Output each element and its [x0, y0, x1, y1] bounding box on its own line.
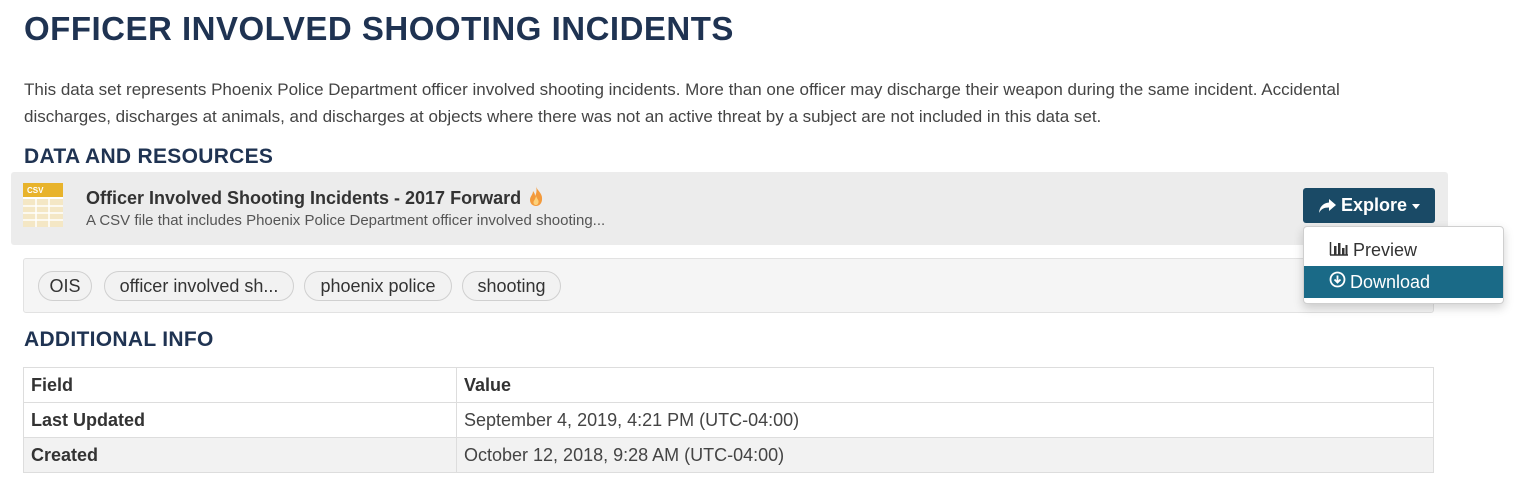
resource-title-text[interactable]: Officer Involved Shooting Incidents - 20… [86, 188, 521, 208]
share-icon [1318, 198, 1337, 214]
csv-format-label: CSV [27, 186, 44, 195]
data-resources-heading: DATA AND RESOURCES [24, 145, 274, 168]
row-field-created: Created [23, 437, 457, 473]
menu-item-preview[interactable]: Preview [1304, 234, 1503, 266]
tag-ois[interactable]: OIS [38, 271, 92, 301]
download-label[interactable]: Download [1350, 272, 1430, 293]
row-field-last-updated: Last Updated [23, 402, 457, 438]
tag-officer-involved[interactable]: officer involved sh... [104, 271, 294, 301]
additional-info-table: Field Value Last Updated September 4, 20… [23, 367, 1434, 473]
dataset-description: This data set represents Phoenix Police … [24, 80, 1340, 126]
tag-phoenix-police[interactable]: phoenix police [304, 271, 452, 301]
row-value-created: October 12, 2018, 9:28 AM (UTC-04:00) [456, 437, 1434, 473]
column-header-value: Value [456, 367, 1434, 403]
additional-info-heading: ADDITIONAL INFO [24, 328, 214, 351]
explore-button[interactable]: Explore [1303, 188, 1435, 223]
bar-chart-icon [1329, 240, 1353, 261]
table-row: Last Updated September 4, 2019, 4:21 PM … [23, 402, 1434, 438]
page-title: OFFICER INVOLVED SHOOTING INCIDENTS [24, 10, 734, 47]
resource-description: A CSV file that includes Phoenix Police … [86, 212, 606, 229]
download-circle-icon [1329, 271, 1350, 293]
csv-file-icon: CSV [23, 183, 63, 227]
resource-item[interactable]: CSV Officer Involved Shooting Incidents … [11, 172, 1448, 245]
table-header-row: Field Value [23, 367, 1434, 403]
flame-icon [527, 185, 545, 207]
tag-shooting[interactable]: shooting [462, 271, 561, 301]
explore-dropdown-menu: Preview Download [1303, 226, 1504, 304]
tags-list: OIS officer involved sh... phoenix polic… [23, 258, 1434, 313]
resource-title[interactable]: Officer Involved Shooting Incidents - 20… [86, 185, 545, 209]
preview-label[interactable]: Preview [1353, 240, 1417, 261]
column-header-field: Field [23, 367, 457, 403]
caret-down-icon [1412, 204, 1421, 209]
table-row: Created October 12, 2018, 9:28 AM (UTC-0… [23, 437, 1434, 473]
row-value-last-updated: September 4, 2019, 4:21 PM (UTC-04:00) [456, 402, 1434, 438]
explore-label[interactable]: Explore [1341, 195, 1407, 216]
menu-item-download[interactable]: Download [1304, 266, 1503, 298]
